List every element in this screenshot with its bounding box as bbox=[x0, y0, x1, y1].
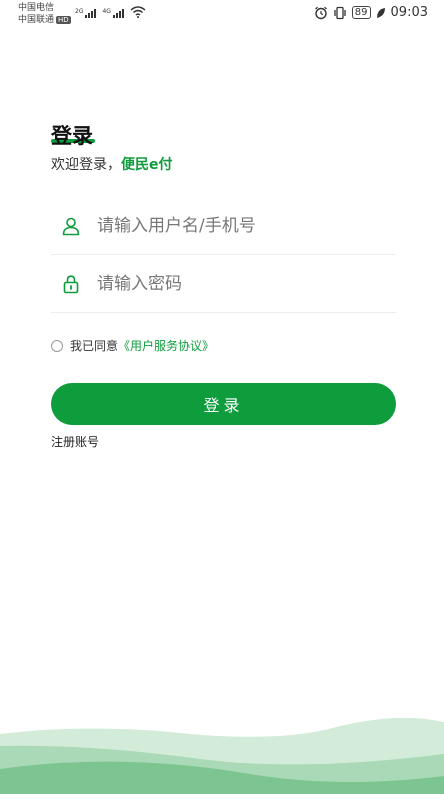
signal-2: 4G bbox=[102, 8, 124, 18]
password-field bbox=[51, 256, 396, 313]
decorative-waves bbox=[0, 717, 444, 794]
clock: 09:03 bbox=[390, 5, 428, 20]
hd-badge: HD bbox=[56, 15, 71, 24]
signal-1: 2G bbox=[75, 8, 97, 18]
vibrate-icon bbox=[334, 6, 346, 19]
wifi-icon bbox=[130, 6, 146, 18]
agreement-link[interactable]: 《用户服务协议》 bbox=[118, 337, 214, 354]
signal-bars-icon bbox=[85, 9, 97, 18]
carrier-info: 中国电信 中国联通 HD bbox=[18, 2, 71, 26]
battery-level: 89 bbox=[351, 6, 371, 19]
register-link[interactable]: 注册账号 bbox=[51, 433, 99, 450]
username-field bbox=[51, 198, 396, 255]
brand-name: 便民e付 bbox=[121, 157, 173, 173]
page-title: 登录 bbox=[51, 124, 93, 148]
lock-icon bbox=[63, 275, 79, 294]
carrier-2-label: 中国联通 bbox=[18, 15, 55, 25]
status-right: 89 09:03 bbox=[314, 5, 428, 20]
carrier-1-label: 中国电信 bbox=[18, 3, 55, 13]
agreement-row: 我已同意 《用户服务协议》 bbox=[51, 337, 214, 354]
login-button[interactable]: 登录 bbox=[51, 383, 396, 425]
user-icon bbox=[62, 217, 80, 236]
username-input[interactable] bbox=[97, 216, 367, 236]
signal-bars-icon bbox=[112, 9, 124, 18]
leaf-icon bbox=[376, 7, 385, 18]
agreement-radio[interactable] bbox=[51, 339, 63, 352]
network-indicators: 2G 4G bbox=[75, 6, 146, 18]
welcome-prefix: 欢迎登录， bbox=[51, 157, 121, 173]
agreement-prefix: 我已同意 bbox=[70, 339, 119, 353]
network-type-2: 4G bbox=[102, 8, 111, 15]
password-input[interactable] bbox=[97, 274, 367, 294]
welcome-text: 欢迎登录，便民e付 bbox=[51, 154, 173, 174]
network-type-1: 2G bbox=[75, 8, 84, 15]
status-bar: 中国电信 中国联通 HD 2G 4G 89 09:03 bbox=[0, 0, 444, 28]
alarm-icon bbox=[314, 6, 327, 19]
